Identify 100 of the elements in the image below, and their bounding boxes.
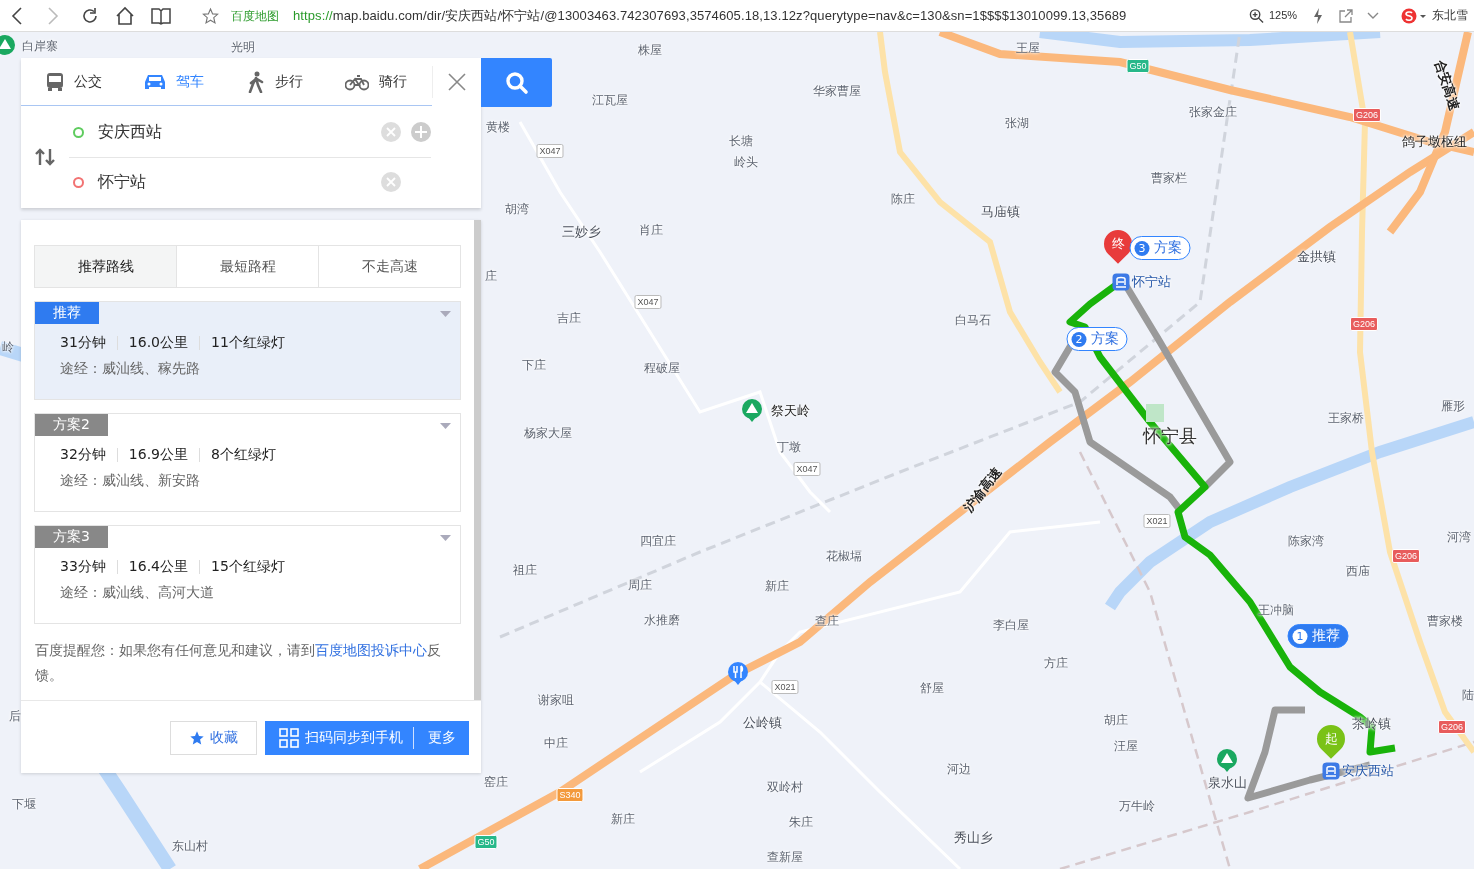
route-option-tab[interactable]: 推荐路线: [35, 246, 176, 287]
traffic-lights-count: 11个红绿灯: [211, 334, 285, 352]
place-label: 株屋: [638, 41, 662, 59]
travel-time: 33分钟: [60, 558, 106, 576]
place-label: 后: [9, 707, 21, 725]
route-callout[interactable]: 2 方案: [1066, 327, 1128, 351]
mountain-icon: [741, 398, 763, 422]
road-number: G206: [1353, 108, 1381, 122]
place-label: 王家桥: [1328, 409, 1364, 427]
share-icon[interactable]: [1339, 8, 1353, 23]
zoom-level[interactable]: 125%: [1269, 9, 1298, 21]
account-name[interactable]: 东北雪: [1432, 7, 1468, 24]
route-plan-card[interactable]: 方案3 33分钟 16.4公里 15个红绿灯 途经：威汕线、高河大道: [34, 525, 461, 624]
place-label: 王冲脑: [1258, 601, 1294, 619]
traffic-lights-count: 15个红绿灯: [211, 558, 285, 576]
place-label: 汪屋: [1114, 737, 1138, 755]
place-label: 祭天岭: [770, 402, 810, 420]
zoom-icon[interactable]: [1249, 8, 1264, 23]
place-label: 胡庄: [1104, 711, 1128, 729]
transport-tab[interactable]: 骑行: [344, 58, 407, 105]
dropdown-arrow-icon[interactable]: [440, 423, 451, 429]
station-label: 怀宁站: [1132, 273, 1171, 291]
book-icon[interactable]: [151, 6, 171, 25]
road-number: S340: [556, 788, 584, 802]
place-label: 西庙: [1346, 562, 1370, 580]
route-via-text: 途经：威汕线、高河大道: [60, 584, 215, 602]
place-label: 王屋: [1016, 39, 1040, 57]
place-label: 华家曹屋: [813, 82, 861, 100]
reload-icon[interactable]: [80, 5, 100, 26]
place-label: 雁形: [1441, 397, 1465, 415]
dropdown-arrow-icon[interactable]: [440, 311, 451, 317]
place-label: 新庄: [765, 577, 789, 595]
forward-icon[interactable]: [46, 6, 60, 25]
favorite-button[interactable]: 收藏: [170, 721, 257, 755]
scrollbar[interactable]: [474, 220, 481, 700]
close-icon: [448, 73, 466, 91]
road-number: X021: [771, 680, 799, 694]
road-number: G206: [1392, 549, 1420, 563]
place-label: 东山村: [172, 837, 208, 855]
travel-distance: 16.0公里: [128, 334, 188, 352]
place-label: 新庄: [611, 810, 635, 828]
place-label: 白岸寨: [22, 37, 58, 55]
travel-time: 32分钟: [60, 446, 106, 464]
place-label: 河边: [947, 760, 971, 778]
place-label: 泉水山: [1207, 774, 1247, 792]
complaint-center-link[interactable]: 百度地图投诉中心: [315, 642, 427, 658]
walking-person-icon: [246, 70, 265, 93]
home-icon[interactable]: [115, 5, 135, 26]
place-label: 陈庄: [891, 190, 915, 208]
route-plan-card[interactable]: 推荐 31分钟 16.0公里 11个红绿灯 途经：威汕线、稼先路: [34, 301, 461, 400]
chevron-down-icon[interactable]: [1367, 11, 1379, 20]
profile-logo-icon[interactable]: [1401, 7, 1427, 24]
lightning-icon[interactable]: [1313, 7, 1323, 24]
search-button[interactable]: [481, 58, 552, 107]
bicycle-icon: [344, 72, 369, 91]
start-dot-icon: [73, 126, 84, 138]
start-input[interactable]: 安庆西站: [98, 121, 371, 143]
place-label: 中庄: [544, 734, 568, 752]
place-label: 朱庄: [789, 813, 813, 831]
swap-icon[interactable]: [35, 148, 55, 166]
plan-tag: 推荐: [35, 302, 99, 324]
place-label: 公岭镇: [742, 714, 782, 732]
address-text[interactable]: https://map.baidu.com/dir/安庆西站/怀宁站/@13003463.742307693,3574605.18,13.12z?querytype=nav&c=130&sn=1$$$$13010099.13,35689: [293, 7, 1127, 25]
place-label: 吉庄: [557, 309, 581, 327]
back-icon[interactable]: [10, 6, 24, 25]
sync-to-phone-button[interactable]: 扫码同步到手机: [265, 727, 414, 749]
place-label: 秀山乡: [953, 829, 993, 847]
road-number: X047: [634, 295, 662, 309]
transport-tab[interactable]: 公交: [46, 58, 103, 105]
travel-time: 31分钟: [60, 334, 106, 352]
transport-tab[interactable]: 步行: [246, 58, 303, 105]
place-label: 下庄: [522, 356, 546, 374]
place-label: 长塘: [729, 132, 753, 150]
plan-tag: 方案2: [35, 414, 108, 436]
route-callout[interactable]: 1 推荐: [1287, 624, 1349, 648]
end-input[interactable]: 怀宁站: [98, 171, 371, 193]
place-label: 合安高速: [1431, 57, 1464, 113]
place-label: 杨家大屋: [524, 424, 572, 442]
route-via-text: 途经：威汕线、新安路: [60, 472, 201, 490]
place-label: 万牛岭: [1119, 797, 1155, 815]
transport-tab[interactable]: 驾车: [144, 58, 205, 105]
route-callout[interactable]: 3 方案: [1129, 236, 1191, 260]
place-label: 下堰: [12, 795, 36, 813]
road-number: X021: [1143, 514, 1171, 528]
place-label: 张湖: [1005, 114, 1029, 132]
road-number: X047: [793, 462, 821, 476]
place-label: 岭头: [734, 153, 758, 171]
place-label: 祖庄: [513, 561, 537, 579]
road-number: G206: [1438, 720, 1466, 734]
train-station-icon: [1112, 273, 1130, 291]
place-label: 庄: [485, 267, 497, 285]
place-label: 白马石: [955, 311, 991, 329]
place-label: 方庄: [1044, 654, 1068, 672]
route-plan-card[interactable]: 方案2 32分钟 16.9公里 8个红绿灯 途经：威汕线、新安路: [34, 413, 461, 512]
star-icon[interactable]: [202, 7, 219, 24]
road-number: G50: [1126, 59, 1150, 73]
place-label: 光明: [231, 38, 255, 56]
more-button[interactable]: 更多: [414, 721, 469, 755]
place-label: 水推磨: [644, 611, 680, 629]
dropdown-arrow-icon[interactable]: [440, 535, 451, 541]
